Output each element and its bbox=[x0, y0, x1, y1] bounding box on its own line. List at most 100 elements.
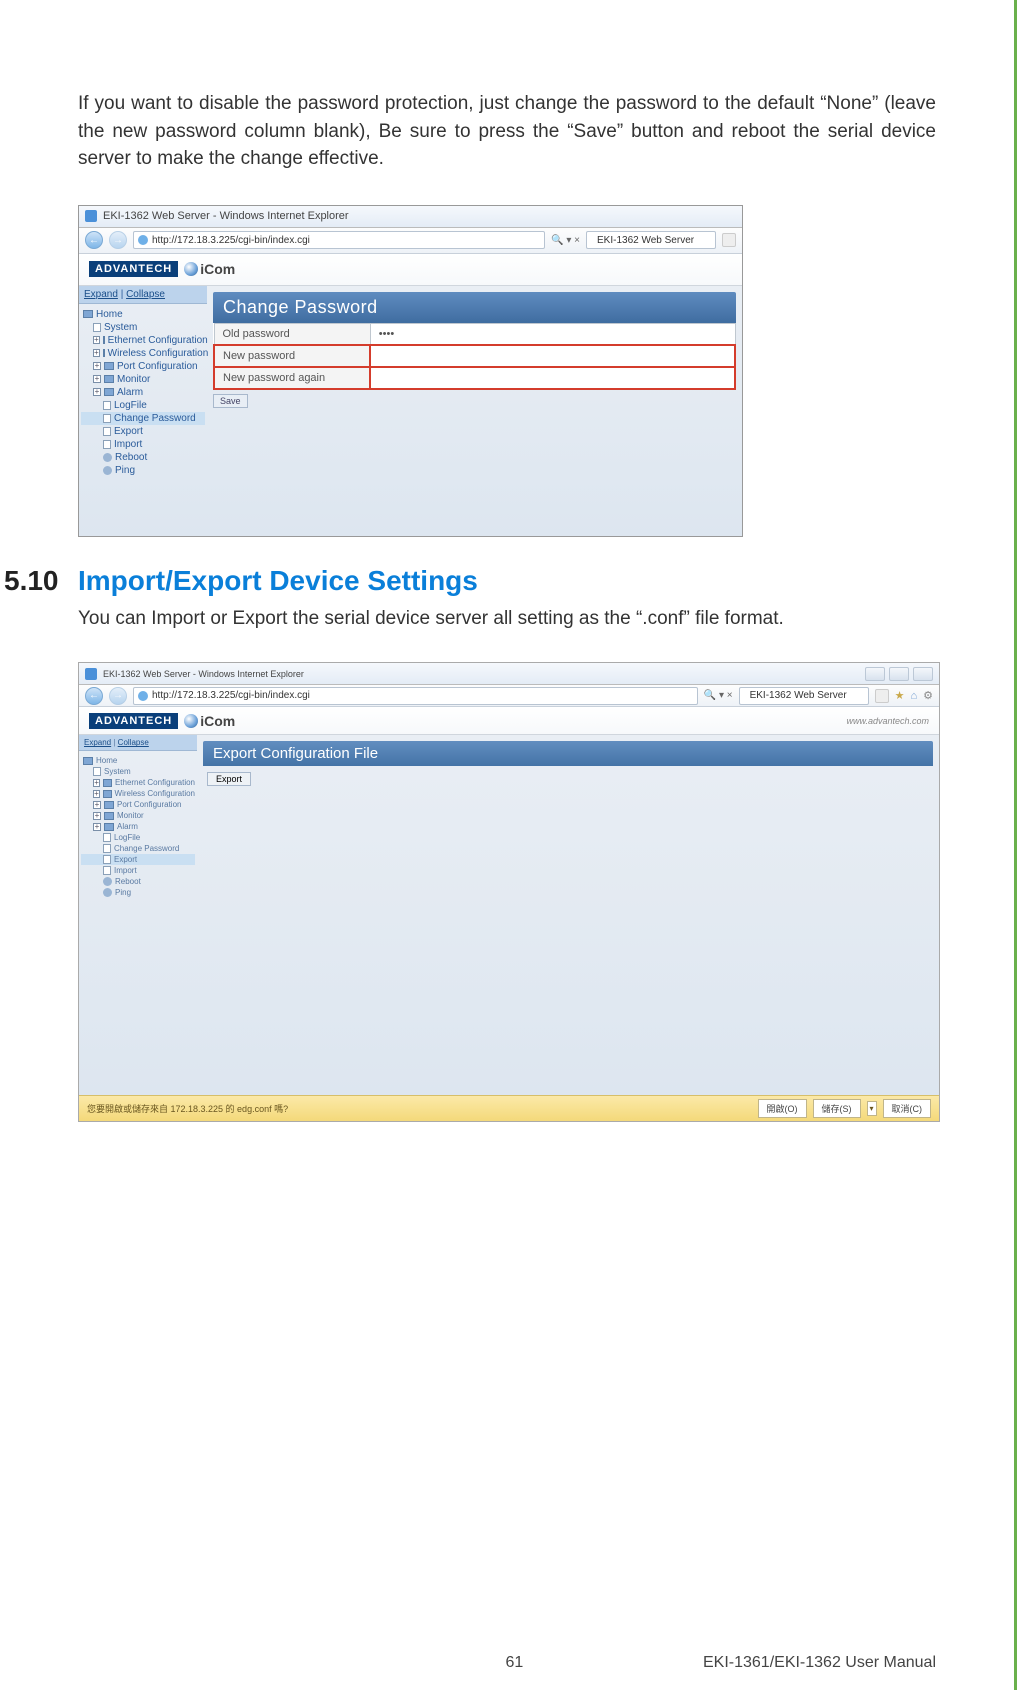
folder-icon bbox=[104, 362, 114, 370]
expand-icon[interactable]: + bbox=[93, 349, 100, 357]
window-title: EKI-1362 Web Server - Windows Internet E… bbox=[103, 210, 349, 222]
url-controls[interactable]: 🔍 ▾ × bbox=[704, 690, 733, 701]
url-field[interactable]: http://172.18.3.225/cgi-bin/index.cgi bbox=[133, 231, 545, 249]
expand-icon[interactable]: + bbox=[93, 779, 100, 787]
page-icon bbox=[103, 844, 111, 853]
expand-icon[interactable]: + bbox=[93, 336, 100, 344]
url-field[interactable]: http://172.18.3.225/cgi-bin/index.cgi bbox=[133, 687, 698, 705]
expand-link[interactable]: Expand bbox=[84, 289, 118, 300]
expand-icon[interactable]: + bbox=[93, 790, 100, 798]
sidebar-item-port-configuration[interactable]: +Port Configuration bbox=[81, 360, 205, 373]
browser-tab[interactable]: EKI-1362 Web Server bbox=[739, 687, 869, 705]
folder-icon bbox=[103, 779, 112, 787]
back-button[interactable]: ← bbox=[85, 231, 103, 249]
forward-button[interactable]: → bbox=[109, 231, 127, 249]
sidebar-item-wireless-configuration[interactable]: +Wireless Configuration bbox=[81, 347, 205, 360]
expand-icon[interactable]: + bbox=[93, 362, 101, 370]
password-field[interactable]: •••• bbox=[370, 323, 735, 345]
folder-icon bbox=[103, 790, 112, 798]
sidebar-item-export[interactable]: Export bbox=[81, 854, 195, 865]
icom-text: iCom bbox=[200, 261, 235, 277]
sidebar-item-ping[interactable]: Ping bbox=[81, 464, 205, 477]
save-dropdown-icon[interactable]: ▾ bbox=[867, 1101, 877, 1116]
sidebar-item-monitor[interactable]: +Monitor bbox=[81, 373, 205, 386]
sidebar-item-port-configuration[interactable]: +Port Configuration bbox=[81, 799, 195, 810]
nav-sidebar: Expand | Collapse HomeSystem+Ethernet Co… bbox=[79, 286, 207, 536]
sidebar-item-monitor[interactable]: +Monitor bbox=[81, 810, 195, 821]
open-button[interactable]: 開啟(O) bbox=[758, 1099, 807, 1118]
sidebar-item-label: LogFile bbox=[114, 833, 140, 842]
page-icon bbox=[103, 414, 111, 423]
paragraph-import-export: You can Import or Export the serial devi… bbox=[78, 605, 936, 633]
sidebar-item-logfile[interactable]: LogFile bbox=[81, 399, 205, 412]
sidebar-item-import[interactable]: Import bbox=[81, 865, 195, 876]
maximize-button[interactable] bbox=[889, 667, 909, 681]
export-button[interactable]: Export bbox=[207, 772, 251, 786]
sidebar-item-alarm[interactable]: +Alarm bbox=[81, 386, 205, 399]
sidebar-item-wireless-configuration[interactable]: +Wireless Configuration bbox=[81, 788, 195, 799]
collapse-link[interactable]: Collapse bbox=[126, 289, 165, 300]
forward-button[interactable]: → bbox=[109, 687, 127, 705]
folder-icon bbox=[103, 336, 105, 344]
save-button[interactable]: 儲存(S) bbox=[813, 1099, 861, 1118]
sidebar-item-import[interactable]: Import bbox=[81, 438, 205, 451]
expand-icon[interactable]: + bbox=[93, 801, 101, 809]
password-field[interactable] bbox=[370, 345, 735, 367]
sidebar-item-reboot[interactable]: Reboot bbox=[81, 876, 195, 887]
screenshot-export-config: EKI-1362 Web Server - Windows Internet E… bbox=[78, 662, 936, 1122]
sidebar-item-change-password[interactable]: Change Password bbox=[81, 843, 195, 854]
sidebar-item-reboot[interactable]: Reboot bbox=[81, 451, 205, 464]
tab-close-icon[interactable] bbox=[722, 233, 736, 247]
password-field[interactable] bbox=[370, 367, 735, 389]
minimize-button[interactable] bbox=[865, 667, 885, 681]
sidebar-item-change-password[interactable]: Change Password bbox=[81, 412, 205, 425]
expand-icon[interactable]: + bbox=[93, 388, 101, 396]
expand-icon[interactable]: + bbox=[93, 375, 101, 383]
address-bar: ← → http://172.18.3.225/cgi-bin/index.cg… bbox=[79, 228, 742, 254]
sidebar-item-label: Reboot bbox=[115, 452, 147, 463]
folder-icon bbox=[104, 375, 114, 383]
expand-collapse-bar: Expand | Collapse bbox=[79, 286, 207, 304]
expand-link[interactable]: Expand bbox=[84, 738, 111, 747]
close-button[interactable] bbox=[913, 667, 933, 681]
cancel-button[interactable]: 取消(C) bbox=[883, 1099, 932, 1118]
page-icon bbox=[103, 833, 111, 842]
sidebar-item-ethernet-configuration[interactable]: +Ethernet Configuration bbox=[81, 777, 195, 788]
section-number: 5.10 bbox=[0, 565, 78, 597]
table-row: New password again bbox=[214, 367, 735, 389]
icom-text: iCom bbox=[200, 713, 235, 729]
gear-icon bbox=[103, 453, 112, 462]
save-button[interactable]: Save bbox=[213, 394, 248, 408]
brand-bar: ADVANTECH iCom bbox=[79, 254, 742, 286]
sidebar-item-logfile[interactable]: LogFile bbox=[81, 832, 195, 843]
sidebar-item-home[interactable]: Home bbox=[81, 755, 195, 766]
home-icon[interactable]: ⌂ bbox=[910, 690, 917, 702]
url-controls[interactable]: 🔍 ▾ × bbox=[551, 235, 580, 246]
sidebar-item-ethernet-configuration[interactable]: +Ethernet Configuration bbox=[81, 334, 205, 347]
panel-title: Change Password bbox=[213, 292, 736, 323]
sidebar-item-export[interactable]: Export bbox=[81, 425, 205, 438]
page-icon bbox=[103, 855, 111, 864]
page-icon bbox=[103, 440, 111, 449]
page-number: 61 bbox=[505, 1654, 523, 1672]
collapse-link[interactable]: Collapse bbox=[118, 738, 149, 747]
icom-ball-icon bbox=[184, 714, 198, 728]
sidebar-item-label: Home bbox=[96, 756, 117, 765]
sidebar-item-system[interactable]: System bbox=[81, 766, 195, 777]
expand-icon[interactable]: + bbox=[93, 812, 101, 820]
gear-icon bbox=[103, 466, 112, 475]
back-button[interactable]: ← bbox=[85, 687, 103, 705]
sidebar-item-label: Reboot bbox=[115, 877, 141, 886]
manual-title: EKI-1361/EKI-1362 User Manual bbox=[703, 1654, 936, 1672]
sidebar-item-label: Import bbox=[114, 866, 137, 875]
favorites-icon[interactable]: ★ bbox=[895, 689, 905, 702]
sidebar-item-label: System bbox=[104, 322, 137, 333]
sidebar-item-alarm[interactable]: +Alarm bbox=[81, 821, 195, 832]
tab-close-icon[interactable] bbox=[875, 689, 889, 703]
sidebar-item-ping[interactable]: Ping bbox=[81, 887, 195, 898]
sidebar-item-system[interactable]: System bbox=[81, 321, 205, 334]
tools-icon[interactable]: ⚙ bbox=[923, 689, 933, 702]
expand-icon[interactable]: + bbox=[93, 823, 101, 831]
browser-tab[interactable]: EKI-1362 Web Server bbox=[586, 231, 716, 249]
sidebar-item-home[interactable]: Home bbox=[81, 308, 205, 321]
